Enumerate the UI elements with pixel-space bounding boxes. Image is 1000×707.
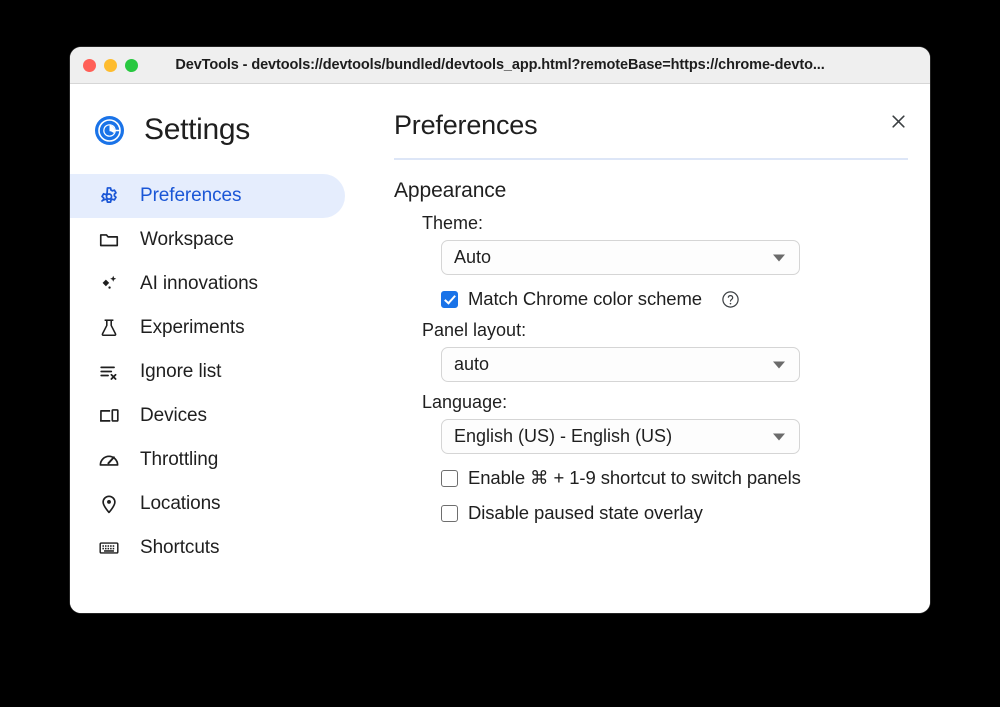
window-maximize-button[interactable]: [125, 59, 138, 72]
keyboard-icon: [97, 537, 120, 560]
sidebar-item-preferences[interactable]: Preferences: [70, 174, 345, 218]
chevron-down-icon: [773, 433, 785, 440]
window-close-button[interactable]: [83, 59, 96, 72]
sidebar-item-label: Ignore list: [140, 361, 221, 383]
devices-icon: [97, 405, 120, 428]
close-icon[interactable]: [884, 107, 912, 135]
window-body: Settings Preferences: [70, 84, 930, 613]
language-select-value: English (US) - English (US): [454, 426, 672, 447]
sidebar-item-locations[interactable]: Locations: [70, 482, 345, 526]
window-minimize-button[interactable]: [104, 59, 117, 72]
match-chrome-checkbox[interactable]: [441, 291, 458, 308]
field-panel-layout: Panel layout: auto: [394, 320, 930, 382]
match-chrome-row: Match Chrome color scheme: [394, 288, 930, 310]
theme-select-value: Auto: [454, 247, 491, 268]
sidebar-item-label: Preferences: [140, 185, 241, 207]
sidebar-brand: Settings: [70, 113, 374, 147]
field-language: Language: English (US) - English (US): [394, 392, 930, 454]
sidebar-item-label: AI innovations: [140, 273, 258, 295]
match-chrome-label: Match Chrome color scheme: [468, 288, 702, 310]
sidebar-item-label: Devices: [140, 405, 207, 427]
panel-layout-select-value: auto: [454, 354, 489, 375]
language-label: Language:: [422, 392, 930, 413]
sidebar-item-shortcuts[interactable]: Shortcuts: [70, 526, 345, 570]
sidebar-item-label: Throttling: [140, 449, 218, 471]
devtools-logo-icon: [93, 114, 126, 147]
sidebar-item-workspace[interactable]: Workspace: [70, 218, 345, 262]
enable-shortcut-row: Enable ⌘ + 1-9 shortcut to switch panels: [394, 467, 930, 489]
traffic-lights: [83, 59, 138, 72]
panel-layout-label: Panel layout:: [422, 320, 930, 341]
preferences-panel: Preferences Appearance Theme: Auto: [374, 84, 930, 613]
disable-overlay-checkbox[interactable]: [441, 505, 458, 522]
list-x-icon: [97, 361, 120, 384]
theme-select[interactable]: Auto: [441, 240, 800, 275]
sparkle-icon: [97, 273, 120, 296]
enable-shortcut-checkbox[interactable]: [441, 470, 458, 487]
settings-sidebar: Settings Preferences: [70, 84, 374, 613]
header-divider: [394, 158, 908, 160]
sidebar-item-ai-innovations[interactable]: AI innovations: [70, 262, 345, 306]
sidebar-title: Settings: [144, 113, 250, 147]
panel-layout-select[interactable]: auto: [441, 347, 800, 382]
enable-shortcut-label: Enable ⌘ + 1-9 shortcut to switch panels: [468, 467, 801, 489]
pin-icon: [97, 493, 120, 516]
theme-label: Theme:: [422, 213, 930, 234]
devtools-settings-window: DevTools - devtools://devtools/bundled/d…: [70, 47, 930, 613]
flask-icon: [97, 317, 120, 340]
chevron-down-icon: [773, 361, 785, 368]
disable-overlay-label: Disable paused state overlay: [468, 502, 703, 524]
sidebar-item-label: Shortcuts: [140, 537, 219, 559]
gauge-icon: [97, 449, 120, 472]
sidebar-item-label: Locations: [140, 493, 220, 515]
page-title: Preferences: [394, 110, 537, 141]
field-theme: Theme: Auto: [394, 213, 930, 275]
help-circle-icon[interactable]: [721, 290, 740, 309]
sidebar-item-experiments[interactable]: Experiments: [70, 306, 345, 350]
sidebar-item-label: Experiments: [140, 317, 245, 339]
section-title-appearance: Appearance: [394, 179, 930, 203]
window-titlebar: DevTools - devtools://devtools/bundled/d…: [70, 47, 930, 84]
screen: DevTools - devtools://devtools/bundled/d…: [0, 0, 1000, 707]
sidebar-item-label: Workspace: [140, 229, 234, 251]
sidebar-item-ignore-list[interactable]: Ignore list: [70, 350, 345, 394]
sidebar-item-devices[interactable]: Devices: [70, 394, 345, 438]
gear-icon: [97, 185, 120, 208]
chevron-down-icon: [773, 254, 785, 261]
settings-nav: Preferences Workspace: [70, 174, 374, 570]
panel-header: Preferences: [394, 110, 930, 141]
language-select[interactable]: English (US) - English (US): [441, 419, 800, 454]
disable-overlay-row: Disable paused state overlay: [394, 502, 930, 524]
window-title: DevTools - devtools://devtools/bundled/d…: [70, 57, 930, 73]
folder-icon: [97, 229, 120, 252]
sidebar-item-throttling[interactable]: Throttling: [70, 438, 345, 482]
